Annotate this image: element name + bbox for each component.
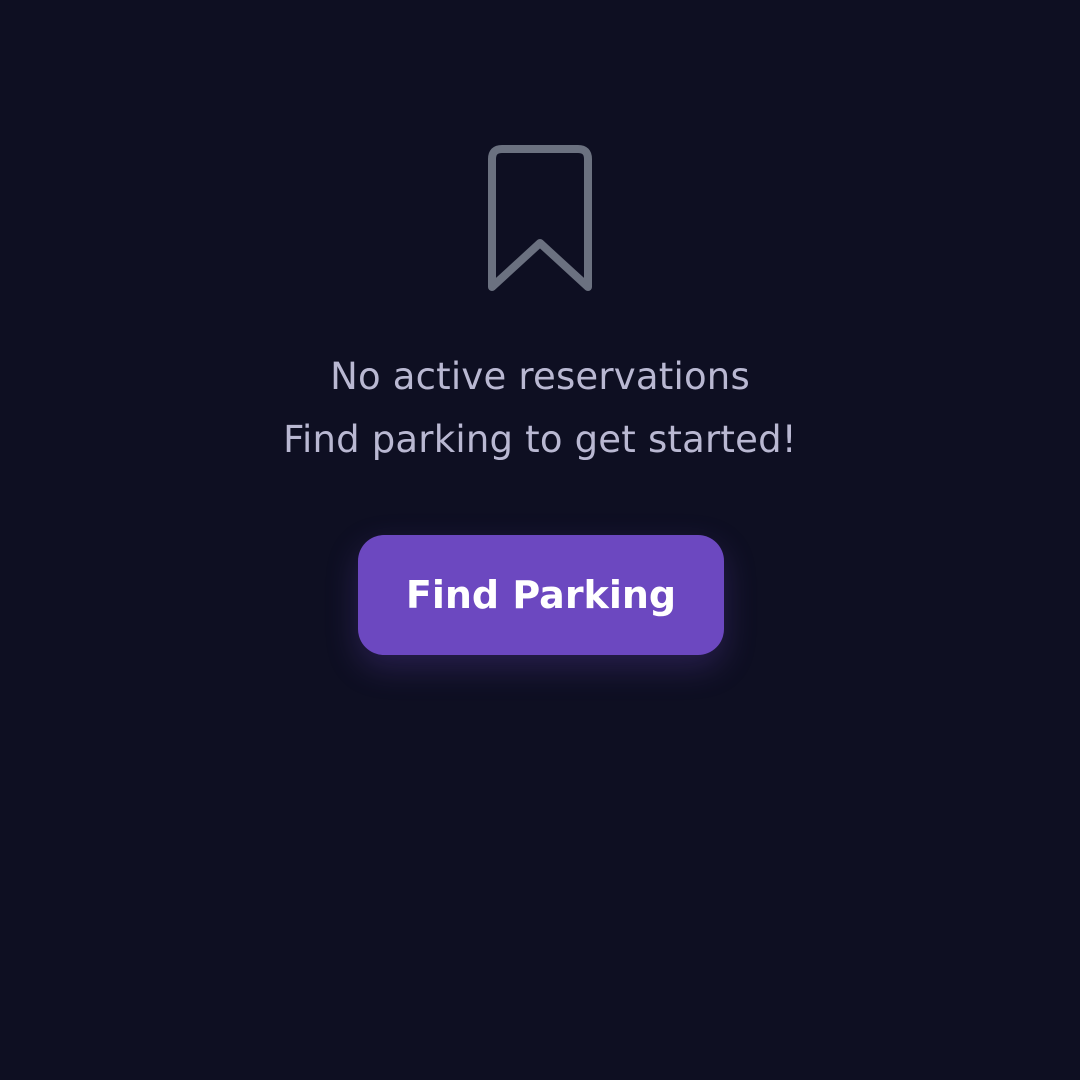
- empty-state-subtitle: Find parking to get started!: [283, 418, 797, 461]
- empty-state: No active reservations Find parking to g…: [0, 0, 1080, 1080]
- bookmark-icon: [484, 141, 596, 293]
- empty-state-title: No active reservations: [330, 355, 750, 398]
- reservations-screen: No active reservations Find parking to g…: [0, 0, 1080, 1080]
- find-parking-button[interactable]: Find Parking: [358, 535, 724, 655]
